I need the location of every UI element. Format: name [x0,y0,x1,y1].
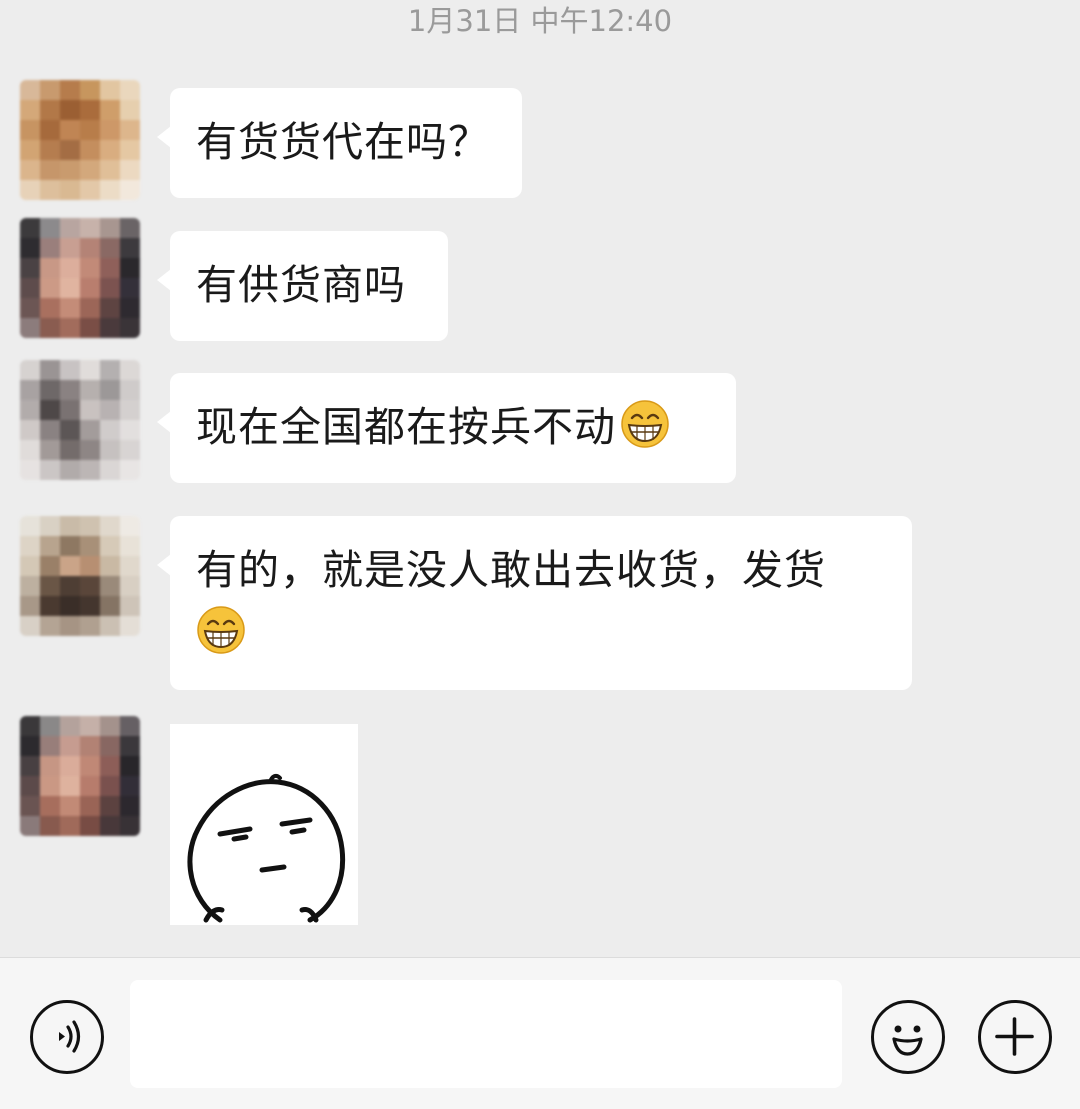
message-bubble[interactable]: 现在全国都在按兵不动 [157,373,736,483]
emoji-icon [892,1025,923,1056]
avatar[interactable] [20,218,140,338]
chat-timestamp: 1月31日 中午12:40 [407,4,673,38]
plus-icon [995,1017,1034,1056]
doodle-face-sticker[interactable] [170,724,358,925]
message-bubble[interactable]: 有的，就是没人敢出去收货，发货 [157,516,912,690]
avatar[interactable] [20,360,140,480]
grinning-face-emoji [621,400,669,448]
message-text: 现在全国都在按兵不动 [196,403,616,451]
message-text: 有的，就是没人敢出去收货，发货 [196,546,826,594]
doodle-face-icon [187,773,346,923]
message-bubble[interactable]: 有货货代在吗？ [157,88,522,198]
avatar[interactable] [20,80,140,200]
voice-icon [59,1020,81,1053]
message-text: 有供货商吗 [196,261,406,309]
emoji-button[interactable] [871,1000,945,1074]
avatar[interactable] [20,716,140,836]
grinning-face-emoji [197,606,245,654]
voice-button[interactable] [30,1000,104,1074]
message-text: 有货货代在吗？ [196,118,490,166]
message-bubble[interactable]: 有供货商吗 [157,231,448,341]
plus-button[interactable] [978,1000,1052,1074]
message-input[interactable] [130,980,842,1088]
avatar[interactable] [20,516,140,636]
